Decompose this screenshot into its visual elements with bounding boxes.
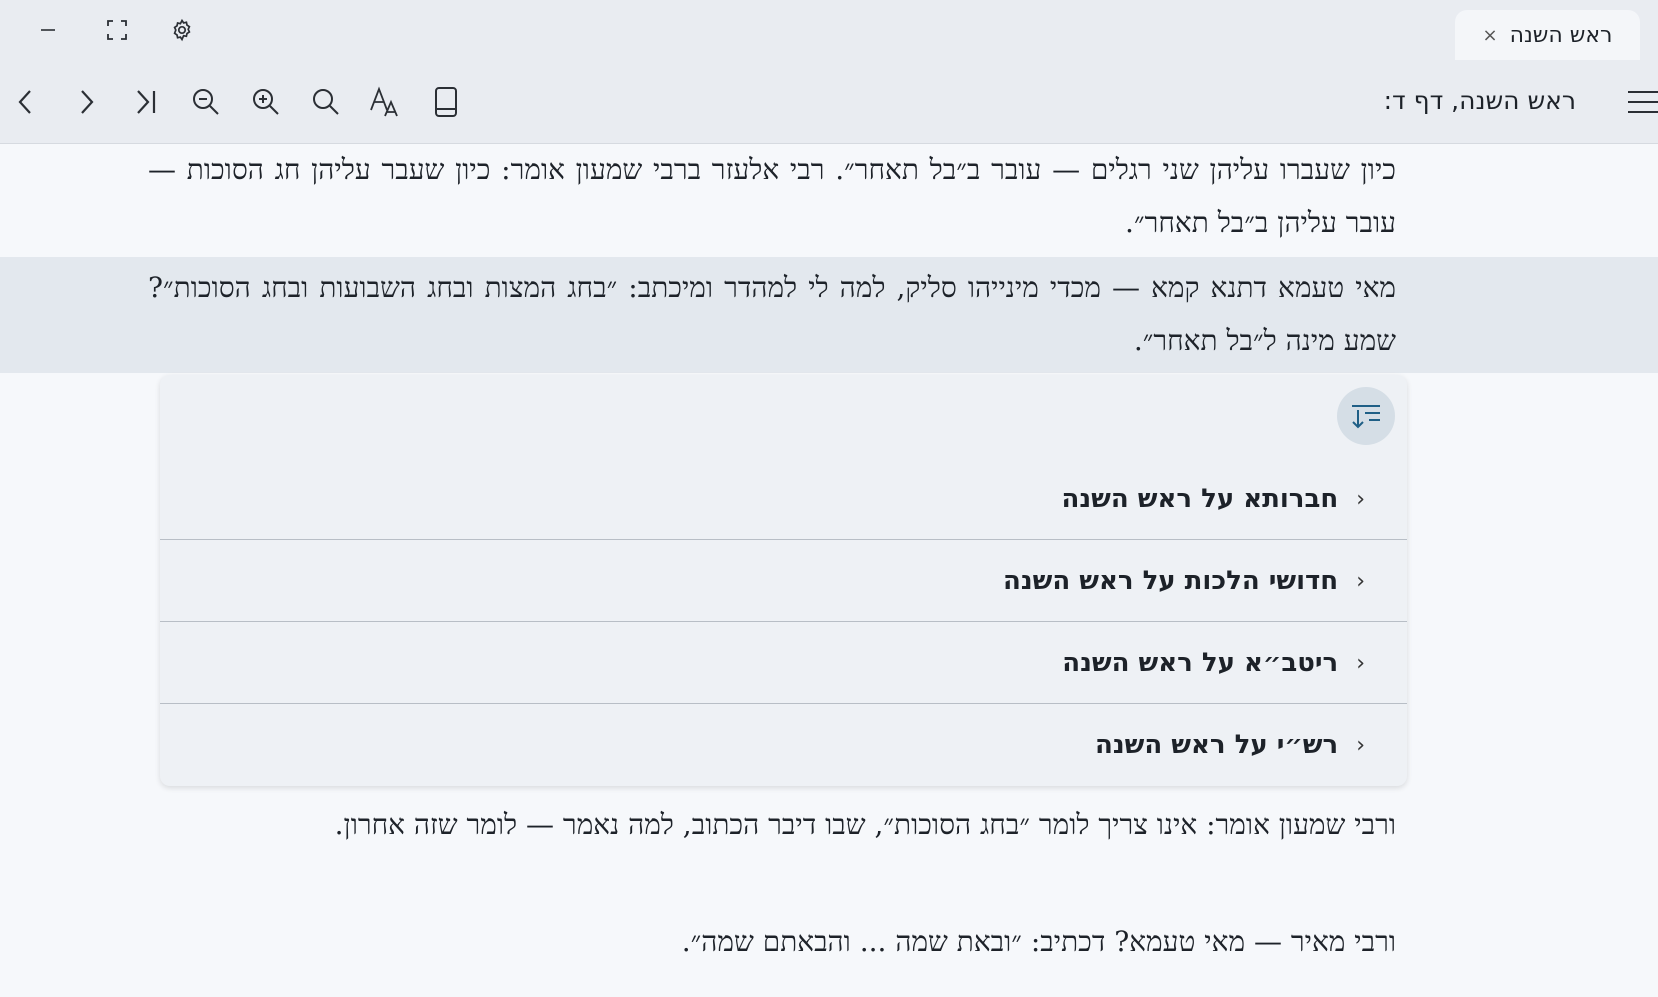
zoom-out-icon[interactable]	[186, 82, 226, 122]
chevron-right-icon: ›	[1356, 486, 1365, 512]
text-paragraph[interactable]: כיון שעברו עליהן שני רגלים — עובר ב״בל ת…	[0, 143, 1658, 249]
sort-icon[interactable]	[1337, 387, 1395, 445]
commentary-item[interactable]: חדושי הלכות על ראש השנה ›	[160, 540, 1407, 622]
settings-gear-icon[interactable]	[162, 10, 202, 50]
location-breadcrumb: ראש השנה, דף ד:	[1383, 86, 1576, 115]
commentary-label: חברותא על ראש השנה	[1061, 484, 1339, 514]
commentary-item[interactable]: רש״י על ראש השנה ›	[160, 704, 1407, 786]
document-tab[interactable]: × ראש השנה	[1455, 10, 1640, 60]
fullscreen-icon[interactable]	[97, 10, 137, 50]
text-content: כיון שעברו עליהן שני רגלים — עובר ב״בל ת…	[0, 143, 1658, 997]
zoom-in-icon[interactable]	[246, 82, 286, 122]
back-icon[interactable]	[6, 82, 46, 122]
minimize-icon[interactable]	[28, 10, 68, 50]
text-paragraph[interactable]: ורבי מאיר — מאי טעמא? דכתיב: ״ובאת שמה .…	[0, 915, 1658, 968]
commentary-label: ריטב״א על ראש השנה	[1062, 648, 1339, 678]
search-icon[interactable]	[306, 82, 346, 122]
title-bar: × ראש השנה	[0, 0, 1658, 60]
text-paragraph-selected[interactable]: מאי טעמא דתנא קמא — מכדי מינייהו סליק, ל…	[0, 257, 1658, 373]
chevron-right-icon: ›	[1356, 650, 1365, 676]
tab-title: ראש השנה	[1509, 22, 1613, 48]
tab-close-icon[interactable]: ×	[1483, 25, 1498, 46]
menu-icon[interactable]	[1618, 82, 1658, 122]
commentary-item[interactable]: ריטב״א על ראש השנה ›	[160, 622, 1407, 704]
chevron-right-icon: ›	[1356, 568, 1365, 594]
commentary-item[interactable]: חברותא על ראש השנה ›	[160, 458, 1407, 540]
commentary-label: חדושי הלכות על ראש השנה	[1002, 566, 1339, 596]
forward-icon[interactable]	[66, 82, 106, 122]
commentary-label: רש״י על ראש השנה	[1094, 730, 1339, 760]
toolbar: ראש השנה, דף ד:	[0, 60, 1658, 144]
font-size-icon[interactable]	[366, 82, 406, 122]
book-icon[interactable]	[426, 82, 466, 122]
skip-to-end-icon[interactable]	[126, 82, 166, 122]
text-paragraph[interactable]: ורבי שמעון אומר: אינו צריך לומר ״בחג הסו…	[0, 798, 1658, 851]
commentary-panel: חברותא על ראש השנה › חדושי הלכות על ראש …	[160, 375, 1407, 786]
chevron-right-icon: ›	[1356, 732, 1365, 758]
